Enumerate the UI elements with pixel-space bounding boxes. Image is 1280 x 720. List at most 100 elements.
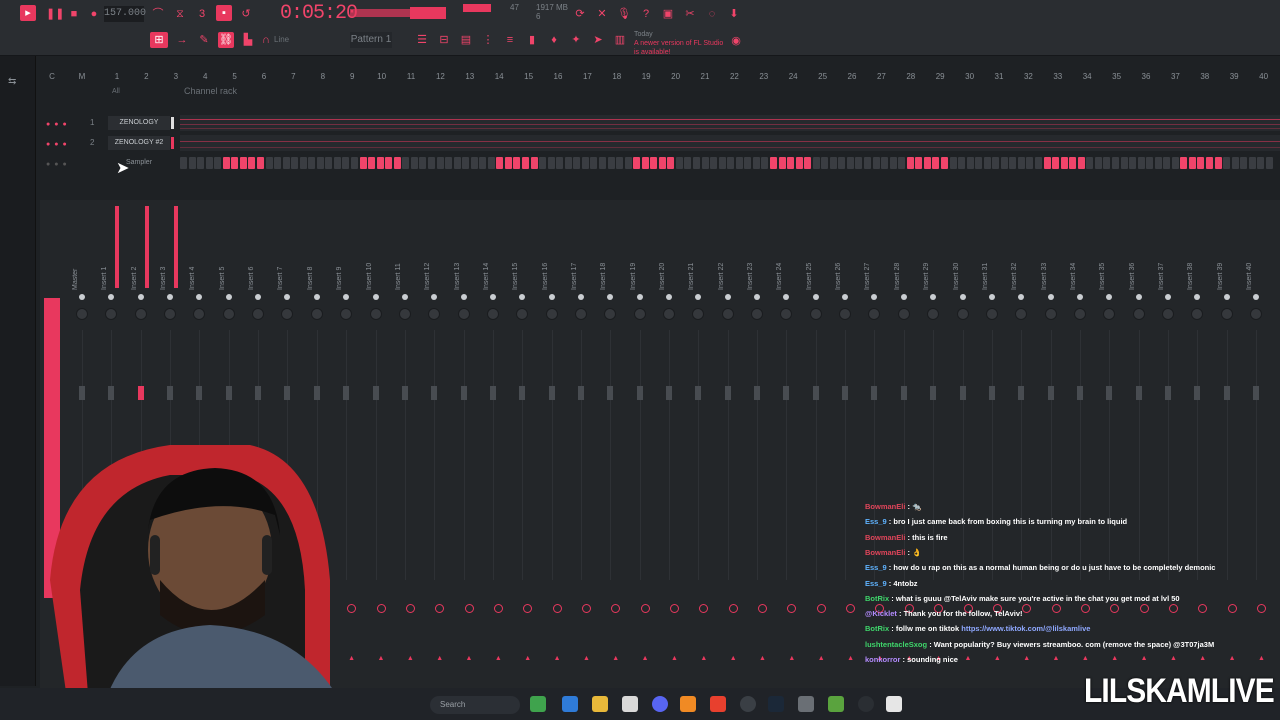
chat-username[interactable]: BowmanEli xyxy=(865,548,905,557)
step-button[interactable] xyxy=(1094,157,1102,169)
step-button[interactable] xyxy=(1086,157,1094,169)
step-button[interactable] xyxy=(778,157,786,169)
step-button[interactable] xyxy=(658,157,666,169)
mixer-pan-dot[interactable] xyxy=(460,294,467,300)
mixer-pan-dot[interactable] xyxy=(489,294,496,300)
mixer-pan-knob[interactable] xyxy=(76,308,88,320)
volume-fader[interactable] xyxy=(196,386,203,400)
route-arrow-icon[interactable]: ▲ xyxy=(1258,655,1265,662)
route-arrow-icon[interactable]: ▲ xyxy=(671,655,678,662)
mixer-pan-knob[interactable] xyxy=(809,308,822,320)
mixer-pan-dot[interactable] xyxy=(812,294,819,300)
route-arrow-icon[interactable]: ▲ xyxy=(994,655,1001,662)
send-knob[interactable] xyxy=(670,604,679,613)
piano-roll-icon[interactable]: ⊟ xyxy=(436,32,452,48)
mixer-pan-dot[interactable] xyxy=(1047,294,1054,300)
channel-toggles[interactable]: ●●● xyxy=(46,161,71,168)
step-button[interactable] xyxy=(1223,157,1231,169)
send-knob[interactable] xyxy=(1139,604,1149,613)
send-knob[interactable] xyxy=(1227,604,1237,613)
chat-username[interactable]: konkorror xyxy=(865,655,900,664)
mixer-pan-dot[interactable] xyxy=(1135,294,1142,300)
channel-select-led[interactable] xyxy=(171,137,174,149)
step-button[interactable] xyxy=(1103,157,1111,169)
volume-fader[interactable] xyxy=(489,386,496,400)
loop-record-icon[interactable]: ↺ xyxy=(238,6,254,22)
step-button[interactable] xyxy=(504,157,512,169)
volume-fader[interactable] xyxy=(431,386,438,400)
plugin-icon[interactable]: ▮ xyxy=(524,32,540,48)
chat-username[interactable]: @Kicklet xyxy=(865,609,897,618)
step-button[interactable] xyxy=(291,157,299,169)
step-button[interactable] xyxy=(180,157,187,169)
step-button[interactable] xyxy=(351,157,358,169)
store-icon[interactable] xyxy=(622,696,638,712)
mixer-pan-knob[interactable] xyxy=(398,308,411,320)
browser-toggle-icon[interactable]: ⇆ xyxy=(8,76,16,87)
chat-username[interactable]: lushtentacleSxog xyxy=(865,640,927,649)
mixer-pan-dot[interactable] xyxy=(1164,294,1171,300)
route-arrow-icon[interactable]: ▲ xyxy=(612,655,619,662)
step-button[interactable] xyxy=(231,157,239,169)
volume-fader[interactable] xyxy=(255,386,262,400)
step-button[interactable] xyxy=(470,157,478,169)
channel-row-1[interactable]: ●●● 1 ZENOLOGY xyxy=(40,115,1280,133)
step-button[interactable] xyxy=(256,157,264,169)
step-button[interactable] xyxy=(1052,157,1060,169)
step-button[interactable] xyxy=(710,157,718,169)
volume-fader[interactable] xyxy=(812,386,819,400)
metronome-icon[interactable]: ⌒ xyxy=(150,6,166,22)
step-button[interactable] xyxy=(530,157,538,169)
step-button[interactable] xyxy=(385,157,393,169)
volume-fader[interactable] xyxy=(607,386,614,400)
step-button[interactable] xyxy=(992,157,1000,169)
route-arrow-icon[interactable]: ▲ xyxy=(554,655,561,662)
mixer-pan-dot[interactable] xyxy=(900,294,907,300)
step-button[interactable] xyxy=(308,157,316,169)
step-button[interactable] xyxy=(1120,157,1128,169)
volume-fader[interactable] xyxy=(1194,386,1201,400)
step-button[interactable] xyxy=(1214,157,1222,169)
volume-fader[interactable] xyxy=(754,386,761,400)
send-knob[interactable] xyxy=(1051,604,1061,613)
send-knob[interactable] xyxy=(581,604,591,613)
volume-fader[interactable] xyxy=(167,386,174,400)
step-button[interactable] xyxy=(915,157,923,169)
step-button[interactable] xyxy=(940,157,948,169)
step-button[interactable] xyxy=(496,157,504,169)
send-knob[interactable] xyxy=(552,604,562,613)
step-button[interactable] xyxy=(402,157,410,169)
mixer-pan-dot[interactable] xyxy=(548,294,555,300)
mixer-pan-knob[interactable] xyxy=(252,308,265,320)
chat-username[interactable]: BotRix xyxy=(865,594,889,603)
volume-fader[interactable] xyxy=(930,386,937,400)
step-button[interactable] xyxy=(1231,157,1239,169)
step-button[interactable] xyxy=(829,157,837,169)
step-button[interactable] xyxy=(419,157,427,169)
volume-fader[interactable] xyxy=(460,386,467,400)
mixer-pan-dot[interactable] xyxy=(577,294,584,300)
route-arrow-icon[interactable]: ▲ xyxy=(1199,655,1206,662)
steam-icon[interactable] xyxy=(768,696,784,712)
step-button[interactable] xyxy=(564,157,572,169)
mixer-pan-dot[interactable] xyxy=(636,294,643,300)
mixer-pan-dot[interactable] xyxy=(754,294,761,300)
fl-studio-icon[interactable] xyxy=(680,696,696,712)
step-button[interactable] xyxy=(889,157,897,169)
step-button[interactable] xyxy=(821,157,829,169)
step-button[interactable] xyxy=(239,157,247,169)
mixer-icon[interactable]: ≡ xyxy=(502,32,518,48)
step-button[interactable] xyxy=(1060,157,1068,169)
countdown-icon[interactable]: 3 xyxy=(194,6,210,22)
step-button[interactable] xyxy=(1009,157,1017,169)
step-button[interactable] xyxy=(752,157,760,169)
channel-select-led[interactable] xyxy=(171,117,174,129)
step-button[interactable] xyxy=(205,157,213,169)
step-button[interactable] xyxy=(522,157,529,169)
step-button[interactable] xyxy=(1154,157,1162,169)
step-button[interactable] xyxy=(838,157,846,169)
route-arrow-icon[interactable]: ▲ xyxy=(1023,655,1030,662)
volume-fader[interactable] xyxy=(548,386,555,400)
timeline-ruler[interactable]: C M 1 2 3 4 5 6 7 8 9 10 11 12 13 14 15 16 17 18 19 20 21 22 23 2… xyxy=(40,70,1280,84)
volume-fader[interactable] xyxy=(988,386,995,400)
